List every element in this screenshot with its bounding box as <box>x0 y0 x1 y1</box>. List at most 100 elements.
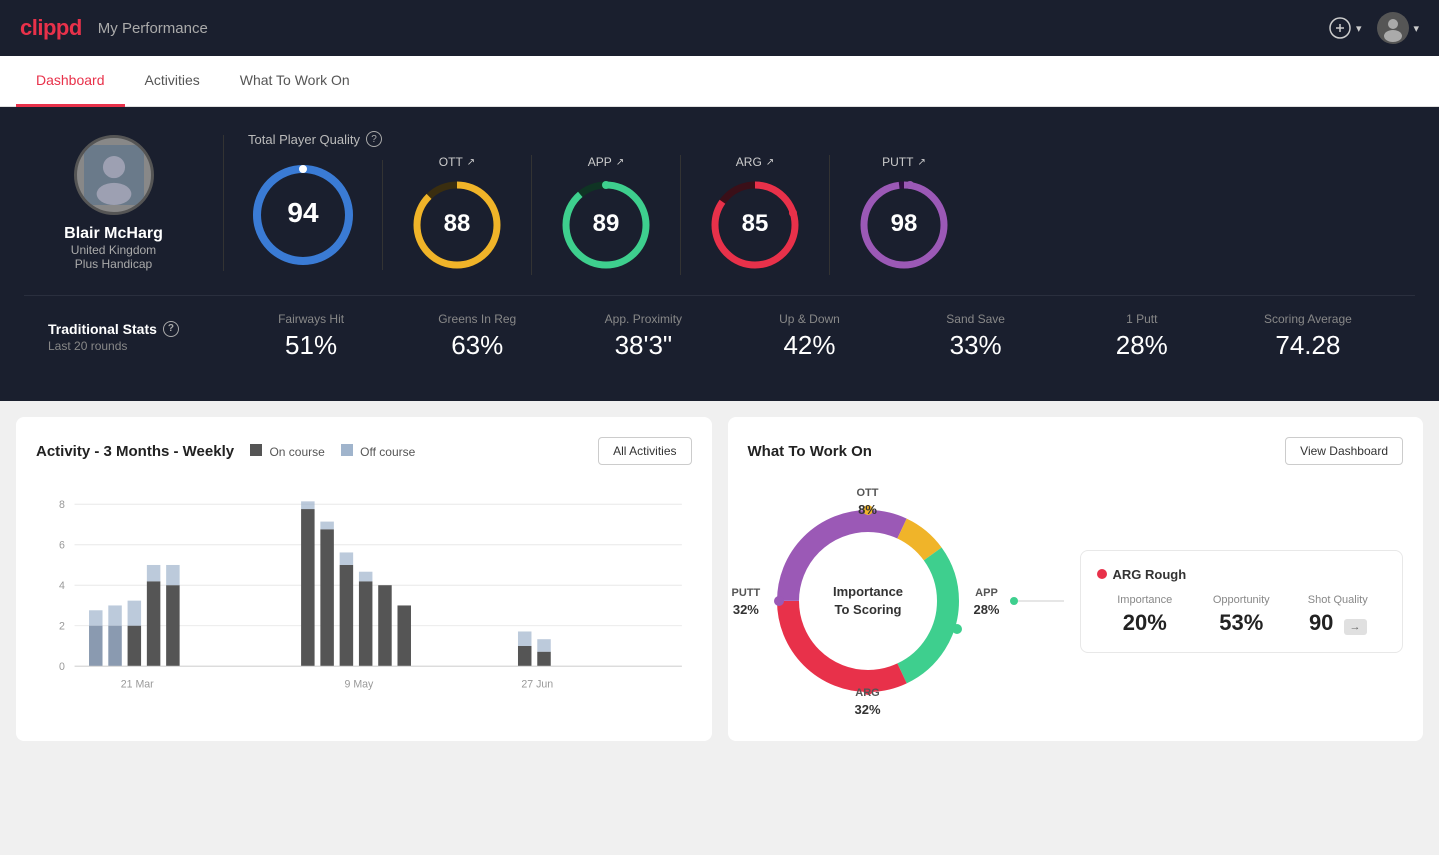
ott-arrow: ↗ <box>467 157 475 168</box>
ring-ott: OTT ↗ 88 <box>383 155 532 275</box>
what-to-work-title: What To Work On <box>748 443 872 460</box>
ring-svg-total: 94 <box>248 160 358 270</box>
quality-rings: 94 OTT ↗ 88 <box>248 155 1415 275</box>
ring-label-putt: PUTT ↗ <box>882 155 926 169</box>
ring-label-ott: OTT ↗ <box>439 155 475 169</box>
arg-arrow: ↗ <box>766 157 774 168</box>
putt-arrow: ↗ <box>917 157 925 168</box>
header-left: clippd My Performance <box>20 15 208 41</box>
chart-area: 8 6 4 2 0 <box>36 481 692 701</box>
quality-section: Total Player Quality ? 94 OTT <box>224 131 1415 275</box>
quality-label: Total Player Quality ? <box>248 131 1415 147</box>
logo-text: clippd <box>20 15 82 41</box>
activity-chart-svg: 8 6 4 2 0 <box>36 481 692 701</box>
connector-svg <box>1004 501 1064 701</box>
stats-help-icon[interactable]: ? <box>163 321 179 337</box>
info-card-dot <box>1097 569 1107 579</box>
tab-dashboard[interactable]: Dashboard <box>16 56 125 107</box>
ring-svg-ott: 88 <box>407 175 507 275</box>
quality-help-icon[interactable]: ? <box>366 131 382 147</box>
ring-putt: PUTT ↗ 98 <box>830 155 978 275</box>
all-activities-button[interactable]: All Activities <box>598 437 691 465</box>
svg-text:To Scoring: To Scoring <box>834 602 901 617</box>
ring-app: APP ↗ 89 <box>532 155 681 275</box>
svg-text:88: 88 <box>444 210 471 237</box>
donut-container: Importance To Scoring OTT 8% APP 28% <box>748 481 988 721</box>
what-to-work-content: Importance To Scoring OTT 8% APP 28% <box>748 481 1404 721</box>
player-profile: Blair McHarg United Kingdom Plus Handica… <box>24 135 224 271</box>
svg-text:98: 98 <box>891 210 918 237</box>
logo[interactable]: clippd <box>20 15 82 41</box>
app-arrow: ↗ <box>616 157 624 168</box>
ring-arg: ARG ↗ 85 <box>681 155 830 275</box>
svg-text:2: 2 <box>59 621 65 633</box>
svg-text:89: 89 <box>593 210 620 237</box>
ring-svg-arg: 85 <box>705 175 805 275</box>
stat-proximity: App. Proximity 38'3" <box>560 312 726 361</box>
add-button[interactable]: ▾ <box>1328 16 1362 40</box>
svg-text:9 May: 9 May <box>345 678 375 690</box>
plus-circle-icon <box>1328 16 1352 40</box>
info-card: ARG Rough Importance 20% Opportunity 53%… <box>1080 550 1404 653</box>
what-to-work-header: What To Work On View Dashboard <box>748 437 1404 465</box>
svg-text:0: 0 <box>59 661 65 673</box>
shot-quality-badge: → <box>1344 619 1367 635</box>
stat-updown: Up & Down 42% <box>726 312 892 361</box>
donut-label-putt: PUTT 32% <box>732 583 761 619</box>
activity-panel: Activity - 3 Months - Weekly On course O… <box>16 417 712 741</box>
header-title: My Performance <box>98 20 208 37</box>
activity-panel-header: Activity - 3 Months - Weekly On course O… <box>36 437 692 465</box>
stat-greens: Greens In Reg 63% <box>394 312 560 361</box>
player-name: Blair McHarg <box>64 225 163 243</box>
info-metric-opportunity: Opportunity 53% <box>1193 594 1290 636</box>
ring-label-app: APP ↗ <box>588 155 624 169</box>
svg-text:21 Mar: 21 Mar <box>121 678 154 690</box>
stat-scoring: Scoring Average 74.28 <box>1225 312 1391 361</box>
stats-label-section: Traditional Stats ? Last 20 rounds <box>48 321 228 353</box>
svg-text:8: 8 <box>59 499 65 511</box>
legend-on-course-dot <box>250 444 262 456</box>
avatar <box>1377 12 1409 44</box>
what-to-work-panel: What To Work On View Dashboard <box>728 417 1424 741</box>
stats-label: Traditional Stats ? <box>48 321 228 337</box>
svg-text:Importance: Importance <box>832 584 902 599</box>
hero-top: Blair McHarg United Kingdom Plus Handica… <box>24 131 1415 275</box>
ring-total: 94 <box>248 160 383 270</box>
activity-title: Activity - 3 Months - Weekly <box>36 443 234 460</box>
donut-label-ott: OTT 8% <box>857 483 879 519</box>
user-chevron: ▾ <box>1413 22 1419 35</box>
user-menu[interactable]: ▾ <box>1377 12 1419 44</box>
info-metric-importance: Importance 20% <box>1097 594 1194 636</box>
chart-legend: On course Off course <box>250 444 415 459</box>
svg-text:6: 6 <box>59 540 65 552</box>
legend-off-course-dot <box>341 444 353 456</box>
legend-off-course: Off course <box>341 444 415 459</box>
view-dashboard-button[interactable]: View Dashboard <box>1285 437 1403 465</box>
info-card-title: ARG Rough <box>1097 567 1387 582</box>
add-chevron: ▾ <box>1356 22 1362 35</box>
stats-sublabel: Last 20 rounds <box>48 339 228 353</box>
stats-row: Traditional Stats ? Last 20 rounds Fairw… <box>24 295 1415 377</box>
svg-text:4: 4 <box>59 580 65 592</box>
player-country: United Kingdom <box>71 243 156 257</box>
stat-fairways: Fairways Hit 51% <box>228 312 394 361</box>
bar <box>89 626 102 666</box>
tab-what-to-work-on[interactable]: What To Work On <box>220 56 370 107</box>
ring-svg-putt: 98 <box>854 175 954 275</box>
header: clippd My Performance ▾ ▾ <box>0 0 1439 56</box>
ring-svg-app: 89 <box>556 175 656 275</box>
stat-sandsave: Sand Save 33% <box>893 312 1059 361</box>
hero-section: Blair McHarg United Kingdom Plus Handica… <box>0 107 1439 401</box>
svg-text:85: 85 <box>742 210 769 237</box>
activity-header-left: Activity - 3 Months - Weekly On course O… <box>36 443 415 460</box>
ring-label-arg: ARG ↗ <box>736 155 774 169</box>
nav-tabs: Dashboard Activities What To Work On <box>0 56 1439 107</box>
legend-on-course: On course <box>250 444 325 459</box>
tab-activities[interactable]: Activities <box>125 56 220 107</box>
donut-label-arg: ARG 32% <box>854 683 880 719</box>
info-metric-shot-quality: Shot Quality 90 → <box>1290 594 1387 636</box>
player-avatar <box>74 135 154 215</box>
header-right: ▾ ▾ <box>1328 12 1419 44</box>
player-handicap: Plus Handicap <box>75 257 152 271</box>
stat-oneputt: 1 Putt 28% <box>1059 312 1225 361</box>
